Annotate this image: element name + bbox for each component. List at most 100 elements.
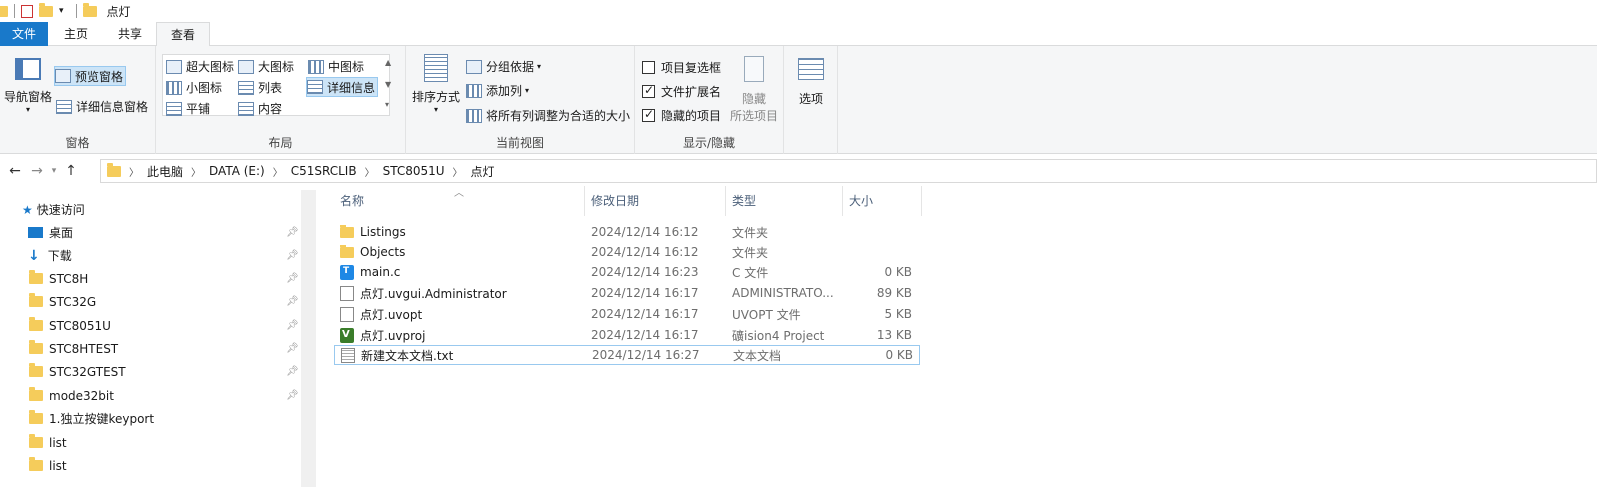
file-name: 点灯.uvopt bbox=[360, 307, 423, 322]
layout-more-button[interactable]: ▾ bbox=[385, 100, 389, 109]
sort-by-button[interactable]: 排序方式 ▾ bbox=[410, 54, 462, 114]
folder-icon[interactable] bbox=[0, 5, 8, 17]
breadcrumb-this-pc[interactable]: 此电脑 bbox=[147, 163, 183, 180]
file-row-uvgui[interactable]: 点灯.uvgui.Administrator 2024/12/14 16:17 … bbox=[334, 283, 918, 303]
view-tiles[interactable]: 平铺 bbox=[166, 100, 210, 117]
sidebar-item-stc32g[interactable]: STC32G 📌︎ bbox=[0, 290, 300, 313]
pin-icon[interactable]: 📌︎ bbox=[286, 390, 299, 401]
file-size: 0 KB bbox=[885, 348, 913, 362]
hidden-items-checkbox[interactable] bbox=[642, 107, 655, 122]
sidebar-item-label: list bbox=[49, 458, 67, 473]
preview-pane-button[interactable]: 预览窗格 bbox=[54, 66, 127, 86]
sidebar-item-stc8htest[interactable]: STC8HTEST 📌︎ bbox=[0, 337, 300, 360]
view-extra-large-icons[interactable]: 超大图标 bbox=[166, 58, 234, 75]
size-all-columns-button[interactable]: 将所有列调整为合适的大小 bbox=[466, 107, 630, 124]
sidebar-item-stc32gtest[interactable]: STC32GTEST 📌︎ bbox=[0, 360, 300, 383]
sidebar-item-mode32bit[interactable]: mode32bit 📌︎ bbox=[0, 384, 300, 407]
breadcrumb-c51srclib[interactable]: C51SRCLIB bbox=[291, 164, 357, 178]
hide-selected-label: 隐藏 bbox=[741, 92, 766, 106]
column-header-type[interactable]: 类型 bbox=[726, 186, 843, 216]
group-by-button[interactable]: 分组依据 ▾ bbox=[466, 58, 541, 75]
sidebar-item-desktop[interactable]: 桌面 📌︎ bbox=[0, 221, 300, 244]
sidebar-item-list[interactable]: list bbox=[0, 431, 300, 454]
nav-pane-scrollbar[interactable] bbox=[301, 190, 316, 487]
file-row-uvproj[interactable]: 点灯.uvproj 2024/12/14 16:17 礦ision4 Proje… bbox=[334, 325, 918, 345]
recent-locations-button[interactable]: ▾ bbox=[48, 166, 60, 176]
up-button[interactable]: ↑ bbox=[60, 163, 82, 179]
file-extensions-toggle[interactable]: 文件扩展名 bbox=[642, 83, 721, 100]
sidebar-item-label: STC8HTEST bbox=[49, 341, 119, 356]
sidebar-item-list-2[interactable]: list bbox=[0, 454, 300, 477]
quick-access-label: 快速访问 bbox=[36, 203, 85, 217]
pin-icon[interactable]: 📌︎ bbox=[286, 296, 299, 307]
back-button[interactable]: ← bbox=[4, 163, 26, 179]
quick-access[interactable]: ★ 快速访问 bbox=[0, 198, 300, 221]
item-checkboxes-toggle[interactable]: 项目复选框 bbox=[642, 59, 721, 76]
show-hide-group: 项目复选框 文件扩展名 隐藏的项目 隐藏 所选项目 显示/隐藏 bbox=[635, 46, 784, 154]
tab-share[interactable]: 共享 bbox=[104, 22, 156, 46]
chevron-right-icon[interactable]: 〉 bbox=[129, 164, 139, 179]
properties-icon[interactable] bbox=[21, 4, 33, 18]
customize-quick-access-icon[interactable]: ▾ bbox=[59, 6, 64, 16]
file-type: 文件夹 bbox=[732, 245, 769, 260]
sidebar-item-keyport[interactable]: 1.独立按键keyport bbox=[0, 407, 300, 430]
tab-file[interactable]: 文件 bbox=[0, 22, 48, 46]
hidden-items-toggle[interactable]: 隐藏的项目 bbox=[642, 107, 721, 124]
view-details[interactable]: 详细信息 bbox=[306, 77, 379, 97]
hide-selected-button[interactable]: 隐藏 所选项目 bbox=[729, 56, 779, 124]
pin-icon[interactable]: 📌︎ bbox=[286, 366, 299, 377]
options-button[interactable]: 选项 bbox=[794, 58, 828, 107]
uvision-project-icon bbox=[340, 327, 354, 343]
column-header-size[interactable]: 大小 bbox=[843, 186, 922, 216]
file-extensions-checkbox[interactable] bbox=[642, 83, 655, 98]
pin-icon[interactable]: 📌︎ bbox=[286, 250, 299, 261]
breadcrumb-stc8051u[interactable]: STC8051U bbox=[383, 164, 445, 178]
sidebar-item-stc8h[interactable]: STC8H 📌︎ bbox=[0, 267, 300, 290]
file-size: 13 KB bbox=[876, 328, 912, 342]
breadcrumb-current[interactable]: 点灯 bbox=[471, 163, 495, 180]
view-medium-icons[interactable]: 中图标 bbox=[308, 58, 364, 75]
column-header-date[interactable]: 修改日期 bbox=[585, 186, 726, 216]
pin-icon[interactable]: 📌︎ bbox=[286, 273, 299, 284]
tab-view[interactable]: 查看 bbox=[156, 22, 211, 47]
address-bar[interactable]: 〉 此电脑 〉 DATA (E:) 〉 C51SRCLIB 〉 STC8051U… bbox=[100, 159, 1597, 183]
file-size: 0 KB bbox=[884, 265, 912, 279]
chevron-right-icon[interactable]: 〉 bbox=[365, 164, 375, 179]
pin-icon[interactable]: 📌︎ bbox=[286, 227, 299, 238]
layout-scroll-up[interactable]: ▲ bbox=[385, 58, 391, 67]
folder-icon bbox=[29, 340, 43, 354]
view-list[interactable]: 列表 bbox=[238, 79, 282, 96]
sidebar-item-stc8051u[interactable]: STC8051U 📌︎ bbox=[0, 314, 300, 337]
details-pane-button[interactable]: 详细信息窗格 bbox=[56, 98, 148, 115]
pin-icon[interactable]: 📌︎ bbox=[286, 320, 299, 331]
new-folder-icon[interactable] bbox=[39, 2, 53, 17]
hidden-items-label: 隐藏的项目 bbox=[661, 109, 722, 123]
list-view-label: 列表 bbox=[258, 81, 283, 95]
view-large-icons[interactable]: 大图标 bbox=[238, 58, 294, 75]
sidebar-item-downloads[interactable]: ↓ 下载 📌︎ bbox=[0, 244, 300, 267]
large-icons-icon bbox=[238, 59, 254, 74]
chevron-right-icon[interactable]: 〉 bbox=[273, 164, 283, 179]
chevron-right-icon[interactable]: 〉 bbox=[191, 164, 201, 179]
chevron-right-icon[interactable]: 〉 bbox=[453, 164, 463, 179]
file-row-uvopt[interactable]: 点灯.uvopt 2024/12/14 16:17 UVOPT 文件 5 KB bbox=[334, 304, 918, 324]
add-columns-button[interactable]: 添加列 ▾ bbox=[466, 82, 529, 99]
view-small-icons[interactable]: 小图标 bbox=[166, 79, 222, 96]
column-header-name[interactable]: 名称 bbox=[334, 186, 585, 216]
breadcrumb-data-drive[interactable]: DATA (E:) bbox=[209, 164, 265, 178]
options-icon bbox=[798, 58, 824, 80]
details-pane-icon bbox=[56, 99, 72, 114]
list-view-icon bbox=[238, 80, 254, 95]
view-content[interactable]: 内容 bbox=[238, 100, 282, 117]
item-checkboxes-checkbox[interactable] bbox=[642, 61, 655, 74]
pin-icon[interactable]: 📌︎ bbox=[286, 343, 299, 354]
layout-scroll-down[interactable]: ▼ bbox=[385, 80, 391, 89]
tab-home[interactable]: 主页 bbox=[48, 22, 104, 46]
file-row-main-c[interactable]: main.c 2024/12/14 16:23 C 文件 0 KB bbox=[334, 262, 918, 282]
forward-button[interactable]: → bbox=[26, 163, 48, 179]
file-row-new-text-doc[interactable]: 新建文本文档.txt 2024/12/14 16:27 文本文档 0 KB bbox=[334, 345, 920, 365]
file-row-objects[interactable]: Objects 2024/12/14 16:12 文件夹 bbox=[334, 242, 918, 262]
item-checkboxes-label: 项目复选框 bbox=[661, 61, 722, 75]
file-row-listings[interactable]: Listings 2024/12/14 16:12 文件夹 bbox=[334, 222, 918, 242]
nav-pane-button[interactable]: 导航窗格 ▾ bbox=[4, 58, 52, 114]
